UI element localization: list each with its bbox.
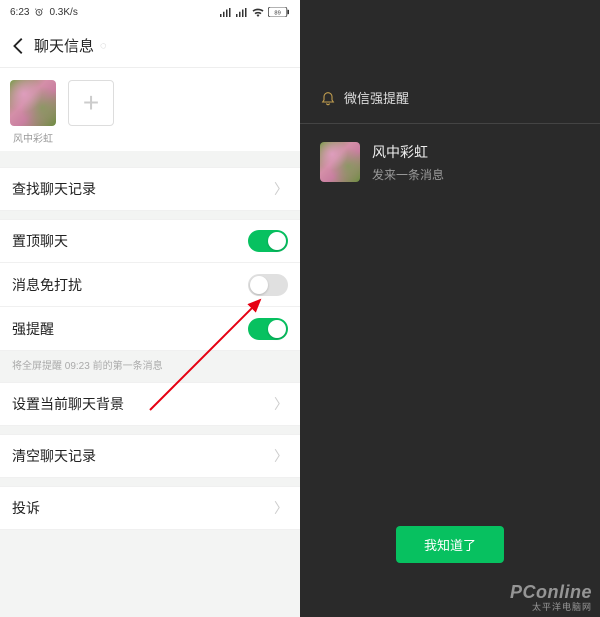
add-member-button[interactable]: +	[68, 80, 114, 145]
strong-alert-hint: 将全屏提醒 09:23 前的第一条消息	[0, 351, 300, 374]
strong-alert-row: 强提醒	[0, 307, 300, 351]
loading-spinner-icon: ◌	[100, 40, 107, 52]
chevron-right-icon: 〉	[274, 498, 288, 518]
members-section: 风中彩虹 +	[0, 68, 300, 151]
signal-icon-2	[236, 8, 248, 17]
pin-chat-row: 置顶聊天	[0, 219, 300, 263]
avatar	[320, 142, 360, 182]
watermark-brand: PConline	[510, 583, 592, 603]
clear-history-row[interactable]: 清空聊天记录 〉	[0, 434, 300, 478]
right-screenshot: 微信强提醒 风中彩虹 发来一条消息 我知道了 PConline 太平洋电脑网	[300, 0, 600, 617]
alert-content: 风中彩虹 发来一条消息	[300, 124, 600, 201]
alert-message: 发来一条消息	[372, 166, 444, 183]
alert-header: 微信强提醒	[300, 88, 600, 124]
row-label: 强提醒	[12, 319, 248, 339]
row-label: 消息免打扰	[12, 275, 248, 295]
signal-icon-1	[220, 8, 232, 17]
status-speed: 0.3K/s	[49, 7, 77, 18]
back-icon[interactable]	[8, 35, 30, 57]
mute-toggle[interactable]	[248, 274, 288, 296]
plus-icon: +	[68, 80, 114, 126]
chevron-right-icon: 〉	[274, 394, 288, 414]
chevron-right-icon: 〉	[274, 446, 288, 466]
acknowledge-button[interactable]: 我知道了	[396, 526, 504, 563]
row-label: 投诉	[12, 498, 274, 518]
left-screenshot: 6:23 0.3K/s 89 聊天信息 ◌ 风中彩虹 + 查找聊天记录 〉 置顶…	[0, 0, 300, 617]
complaint-row[interactable]: 投诉 〉	[0, 486, 300, 530]
row-label: 清空聊天记录	[12, 446, 274, 466]
wifi-icon	[252, 8, 264, 17]
set-background-row[interactable]: 设置当前聊天背景 〉	[0, 382, 300, 426]
pin-chat-toggle[interactable]	[248, 230, 288, 252]
member-item[interactable]: 风中彩虹	[10, 80, 56, 145]
avatar	[10, 80, 56, 126]
svg-text:89: 89	[274, 11, 280, 17]
member-name: 风中彩虹	[10, 130, 56, 145]
battery-icon: 89	[268, 7, 290, 17]
alert-sender-name: 风中彩虹	[372, 142, 444, 162]
search-history-row[interactable]: 查找聊天记录 〉	[0, 167, 300, 211]
row-label: 设置当前聊天背景	[12, 394, 274, 414]
row-label: 置顶聊天	[12, 231, 248, 251]
alert-title: 微信强提醒	[344, 88, 409, 107]
strong-alert-toggle[interactable]	[248, 318, 288, 340]
mute-row: 消息免打扰	[0, 263, 300, 307]
chevron-right-icon: 〉	[274, 179, 288, 199]
status-time: 6:23	[10, 7, 29, 18]
page-title: 聊天信息	[34, 35, 94, 56]
alarm-icon	[34, 7, 44, 17]
watermark: PConline 太平洋电脑网	[510, 583, 592, 613]
watermark-sub: 太平洋电脑网	[510, 603, 592, 613]
bell-icon	[320, 90, 336, 106]
status-bar: 6:23 0.3K/s 89	[0, 0, 300, 24]
row-label: 查找聊天记录	[12, 179, 274, 199]
page-header: 聊天信息 ◌	[0, 24, 300, 68]
